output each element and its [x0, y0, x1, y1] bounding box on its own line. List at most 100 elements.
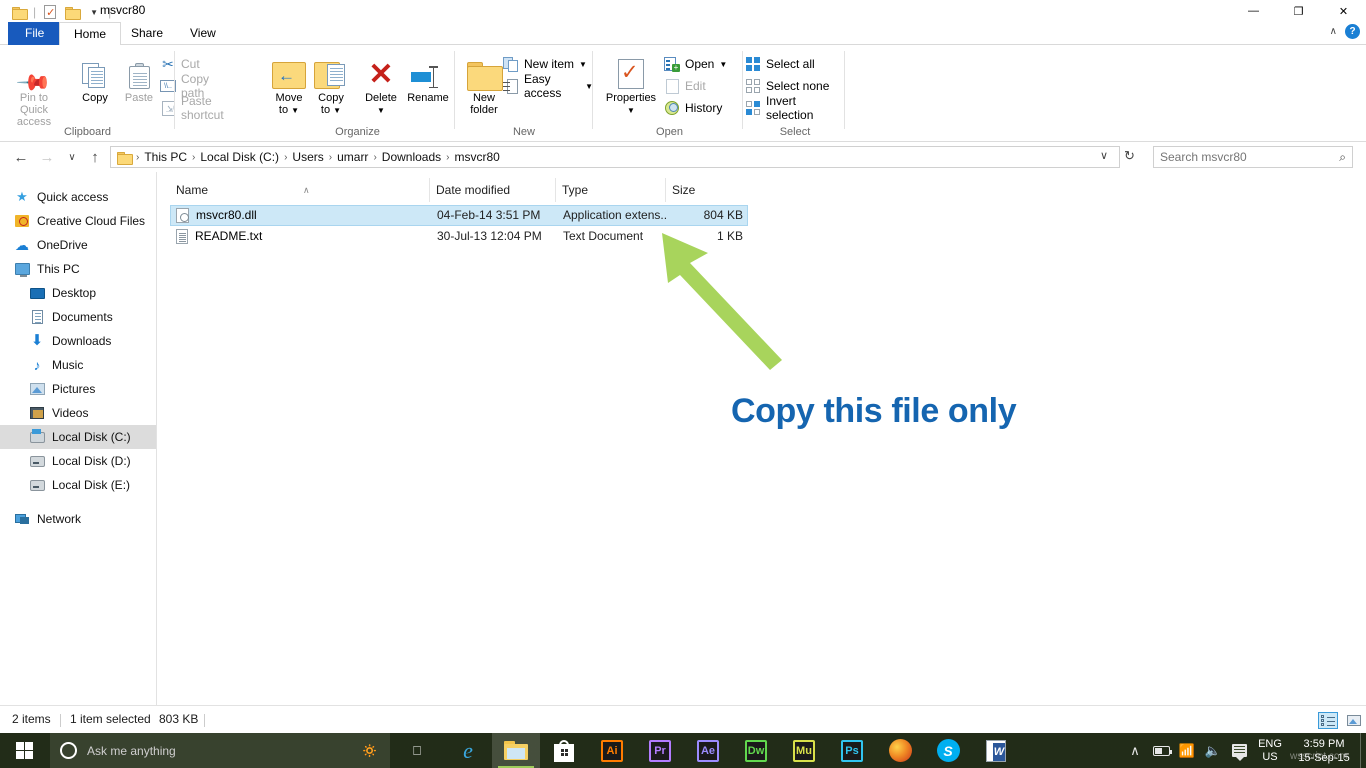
- taskbar-icon-store[interactable]: [540, 733, 588, 768]
- tab-share[interactable]: Share: [117, 22, 177, 45]
- taskbar-icon-word[interactable]: W: [972, 733, 1020, 768]
- column-headers: Name ∧ Date modified Type Size: [170, 178, 748, 202]
- back-button[interactable]: ←: [10, 146, 32, 168]
- tab-view[interactable]: View: [176, 22, 230, 45]
- up-button[interactable]: ↑: [84, 146, 106, 168]
- thumbnail-view-button[interactable]: [1344, 712, 1364, 729]
- taskbar-icon-skype[interactable]: S: [924, 733, 972, 768]
- maximize-button[interactable]: ❐: [1276, 0, 1321, 22]
- open-button[interactable]: + Open ▼: [664, 53, 727, 75]
- taskbar-icon-premiere[interactable]: Pr: [636, 733, 684, 768]
- properties-button[interactable]: ✓ Properties ▼: [596, 51, 666, 117]
- sidebar-item-quick-access[interactable]: ★ Quick access: [0, 185, 156, 209]
- sidebar-item-pictures[interactable]: Pictures: [0, 377, 156, 401]
- column-header-size[interactable]: Size: [666, 178, 748, 202]
- recent-locations-button[interactable]: ∨: [61, 146, 83, 168]
- history-button[interactable]: History: [664, 97, 722, 119]
- sidebar-item-videos[interactable]: Videos: [0, 401, 156, 425]
- address-dropdown-icon[interactable]: ∨: [1100, 149, 1108, 162]
- cortana-search-box[interactable]: Ask me anything 🔅: [50, 733, 390, 768]
- help-icon[interactable]: ?: [1345, 24, 1360, 39]
- properties-icon[interactable]: ✓: [39, 3, 61, 21]
- minimize-button[interactable]: —: [1231, 0, 1276, 22]
- sidebar-item-documents[interactable]: Documents: [0, 305, 156, 329]
- sidebar-item-local-disk-e[interactable]: Local Disk (E:): [0, 473, 156, 497]
- wifi-icon[interactable]: 📶: [1174, 733, 1200, 768]
- taskbar-icon-file-explorer[interactable]: [492, 733, 540, 768]
- window-title: msvcr80: [100, 3, 145, 17]
- search-input[interactable]: Search msvcr80: [1160, 150, 1339, 164]
- taskbar-icon-edge[interactable]: e: [444, 733, 492, 768]
- breadcrumb-msvcr80[interactable]: msvcr80: [451, 150, 504, 164]
- microphone-icon[interactable]: 🔅: [362, 743, 390, 759]
- invert-selection-button[interactable]: Invert selection: [745, 97, 845, 119]
- column-header-date-modified[interactable]: Date modified: [430, 178, 556, 202]
- this-pc-icon: [14, 261, 30, 277]
- breadcrumb-local-disk-c[interactable]: Local Disk (C:): [196, 150, 283, 164]
- column-header-name[interactable]: Name ∧: [170, 178, 430, 202]
- show-desktop-button[interactable]: [1360, 733, 1366, 768]
- tab-home[interactable]: Home: [59, 22, 121, 46]
- battery-icon[interactable]: [1148, 733, 1174, 768]
- ribbon-group-select: Select all Select none Invert selec: [745, 45, 845, 142]
- close-button[interactable]: ✕: [1321, 0, 1366, 22]
- address-bar[interactable]: › This PC › Local Disk (C:) › Users › um…: [110, 146, 1120, 168]
- taskbar-icon-photoshop[interactable]: Ps: [828, 733, 876, 768]
- search-icon[interactable]: ⌕: [1339, 150, 1346, 165]
- folder-icon[interactable]: [8, 3, 30, 21]
- breadcrumb-umarr[interactable]: umarr: [333, 150, 372, 164]
- cortana-input[interactable]: Ask me anything: [87, 744, 352, 758]
- new-folder-icon[interactable]: [61, 3, 83, 21]
- sidebar-item-onedrive[interactable]: ☁ OneDrive: [0, 233, 156, 257]
- language-indicator[interactable]: ENG US: [1252, 733, 1288, 768]
- rename-button[interactable]: Rename: [394, 51, 462, 104]
- pin-to-quick-access-button[interactable]: 📌 Pin to Quick access: [5, 51, 63, 128]
- windows-logo-icon: [16, 742, 33, 759]
- sidebar-item-music[interactable]: ♪ Music: [0, 353, 156, 377]
- taskbar-icon-dreamweaver[interactable]: Dw: [732, 733, 780, 768]
- pictures-icon: [29, 381, 45, 397]
- table-row[interactable]: README.txt 30-Jul-13 12:04 PM Text Docum…: [170, 226, 748, 247]
- sidebar-item-downloads[interactable]: ⬇ Downloads: [0, 329, 156, 353]
- window-controls: — ❐ ✕: [1231, 0, 1366, 22]
- taskbar-icon-after-effects[interactable]: Ae: [684, 733, 732, 768]
- select-all-button[interactable]: Select all: [745, 53, 815, 75]
- start-button[interactable]: [0, 733, 48, 768]
- details-view-button[interactable]: [1318, 712, 1338, 729]
- language-line-2: US: [1262, 751, 1277, 764]
- taskbar-icon-muse[interactable]: Mu: [780, 733, 828, 768]
- sidebar-item-this-pc[interactable]: This PC: [0, 257, 156, 281]
- file-rows: msvcr80.dll 04-Feb-14 3:51 PM Applicatio…: [170, 205, 748, 247]
- taskbar-icon-firefox[interactable]: [876, 733, 924, 768]
- ribbon-group-new: New folder New item ▼ Easy access ▼ New: [455, 45, 593, 142]
- refresh-icon[interactable]: ↻: [1124, 148, 1135, 164]
- search-box[interactable]: Search msvcr80 ⌕: [1153, 146, 1353, 168]
- sidebar-item-local-disk-c[interactable]: Local Disk (C:): [0, 425, 156, 449]
- dreamweaver-icon: Dw: [745, 740, 767, 762]
- column-header-type[interactable]: Type: [556, 178, 666, 202]
- task-view-button[interactable]: ⎕: [398, 733, 436, 768]
- sidebar-label-pictures: Pictures: [52, 382, 95, 396]
- sidebar-label-creative-cloud: Creative Cloud Files: [37, 214, 145, 228]
- table-row[interactable]: msvcr80.dll 04-Feb-14 3:51 PM Applicatio…: [170, 205, 748, 226]
- edit-button[interactable]: Edit: [664, 75, 706, 97]
- sidebar-item-local-disk-d[interactable]: Local Disk (D:): [0, 449, 156, 473]
- breadcrumb-downloads[interactable]: Downloads: [378, 150, 445, 164]
- sidebar-item-desktop[interactable]: Desktop: [0, 281, 156, 305]
- action-center-icon[interactable]: [1226, 733, 1252, 768]
- tray-chevron-icon[interactable]: ∧: [1122, 733, 1148, 768]
- clock[interactable]: 3:59 PM 15-Sep-15 wsscript.com: [1288, 733, 1360, 768]
- sidebar-item-creative-cloud-files[interactable]: Creative Cloud Files: [0, 209, 156, 233]
- forward-button[interactable]: →: [36, 146, 58, 168]
- breadcrumb-users[interactable]: Users: [288, 150, 327, 164]
- tab-file[interactable]: File: [8, 22, 61, 45]
- volume-icon[interactable]: 🔈: [1200, 733, 1226, 768]
- breadcrumb-this-pc[interactable]: This PC: [140, 150, 191, 164]
- collapse-ribbon-icon[interactable]: ∧: [1330, 26, 1337, 37]
- sidebar-item-network[interactable]: Network: [0, 507, 156, 531]
- taskbar-icon-illustrator[interactable]: Ai: [588, 733, 636, 768]
- group-divider-1: [174, 51, 175, 129]
- easy-access-button[interactable]: Easy access ▼: [503, 75, 593, 97]
- properties-icon: ✓: [596, 51, 666, 89]
- paste-shortcut-button[interactable]: ⇲ Paste shortcut: [160, 97, 224, 119]
